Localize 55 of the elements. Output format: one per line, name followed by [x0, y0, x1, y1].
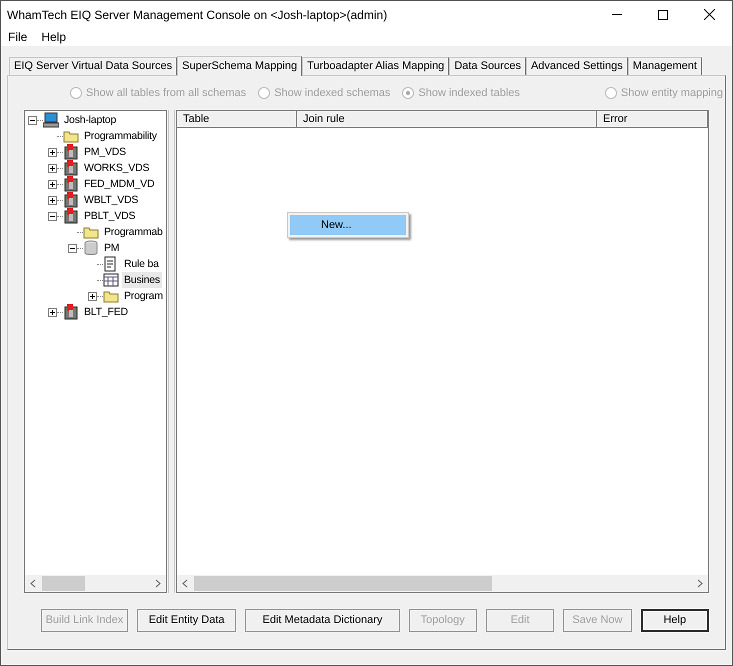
tree-item[interactable]: BLT_FED	[82, 304, 130, 320]
database-icon	[63, 176, 79, 192]
collapse-toggle[interactable]	[68, 244, 76, 252]
expand-toggle[interactable]	[48, 164, 56, 172]
window-title: WhamTech EIQ Server Management Console on <Josh-laptop>(admin)	[6, 6, 388, 24]
tree-item[interactable]: PBLT_VDS	[82, 208, 138, 224]
tree-item[interactable]: PM_VDS	[82, 144, 128, 160]
radio-label: Show entity mapping	[620, 86, 723, 101]
tab[interactable]: EIQ Server Virtual Data Sources	[9, 57, 178, 75]
menu-item[interactable]: New...	[290, 215, 406, 235]
database-icon	[63, 208, 79, 224]
tab[interactable]: Management	[628, 57, 702, 75]
database-icon	[63, 192, 79, 208]
tree-item[interactable]: WORKS_VDS	[82, 160, 152, 176]
tree-item[interactable]: Programmab	[102, 224, 165, 240]
tab[interactable]: Advanced Settings	[526, 57, 628, 75]
column-header[interactable]: Join rule	[297, 111, 597, 128]
action-button[interactable]: Edit Entity Data	[136, 609, 236, 632]
action-button[interactable]: Edit Metadata Dictionary	[245, 609, 400, 632]
radio-label: Show indexed schemas	[274, 86, 390, 101]
tree-item[interactable]: WBLT_VDS	[82, 192, 140, 208]
menu-item[interactable]: Help	[34, 28, 74, 46]
tab[interactable]: SuperSchema Mapping	[177, 56, 302, 76]
horizontal-scrollbar[interactable]	[25, 575, 166, 592]
radio-label: Show all tables from all schemas	[86, 86, 246, 101]
database-icon	[63, 144, 79, 160]
collapse-toggle[interactable]	[28, 116, 36, 124]
radio-label: Show indexed tables	[418, 86, 520, 101]
tab[interactable]: Data Sources	[449, 57, 526, 75]
column-header[interactable]: Table	[177, 111, 297, 128]
tree-item[interactable]: Rule ba	[122, 256, 161, 272]
tab[interactable]: Turboadapter Alias Mapping	[302, 57, 450, 75]
tree-item[interactable]: Programmability	[82, 128, 159, 144]
tree-item[interactable]: PM	[102, 240, 122, 256]
expand-toggle[interactable]	[48, 148, 56, 156]
action-button[interactable]: Help	[640, 609, 709, 632]
expand-toggle[interactable]	[48, 180, 56, 188]
scroll-thumb[interactable]	[42, 576, 85, 591]
database-icon	[63, 304, 79, 320]
menu-item[interactable]: File	[1, 28, 34, 46]
table-icon	[103, 272, 119, 288]
horizontal-scrollbar[interactable]	[177, 575, 708, 592]
scroll-thumb[interactable]	[194, 576, 492, 591]
expand-toggle[interactable]	[48, 196, 56, 204]
expand-toggle[interactable]	[48, 308, 56, 316]
database-icon	[63, 160, 79, 176]
tree-item[interactable]: Program	[122, 288, 165, 304]
expand-toggle[interactable]	[88, 292, 96, 300]
tree-item[interactable]: Busines	[122, 272, 162, 288]
column-header[interactable]: Error	[597, 111, 708, 128]
close-icon	[704, 9, 714, 20]
tree-item[interactable]: FED_MDM_VD	[82, 176, 156, 192]
tree-item[interactable]: Josh-laptop	[62, 112, 118, 128]
collapse-toggle[interactable]	[48, 212, 56, 220]
database-icon	[83, 240, 99, 256]
